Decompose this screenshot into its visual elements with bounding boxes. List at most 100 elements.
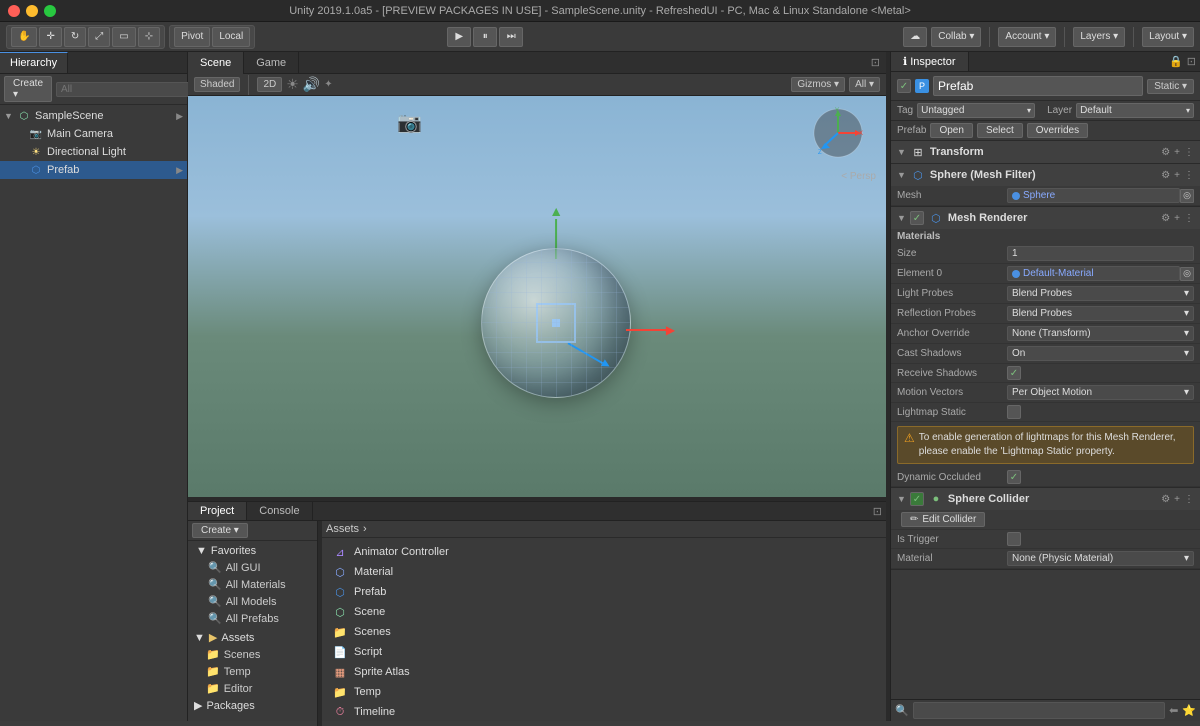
mesh-filter-menu-icon[interactable]: ⋮ (1184, 170, 1194, 181)
motion-vectors-value[interactable]: Per Object Motion ▾ (1007, 385, 1194, 400)
object-name-input[interactable] (933, 76, 1143, 96)
inspector-bottom-icon2[interactable]: ⭐ (1182, 704, 1196, 717)
element0-select-btn[interactable]: ◎ (1180, 267, 1194, 281)
prefab-overrides-btn[interactable]: Overrides (1027, 123, 1088, 138)
layout-dropdown[interactable]: Layout ▾ (1142, 27, 1194, 47)
game-tab[interactable]: Game (244, 52, 299, 74)
transform-header[interactable]: ▼ ⊞ Transform ⚙ + ⋮ (891, 141, 1200, 163)
receive-shadows-check[interactable]: ✓ (1007, 366, 1021, 380)
all-btn[interactable]: All ▾ (849, 77, 880, 92)
view-maximize[interactable]: ⊡ (871, 56, 880, 69)
asset-item-1[interactable]: ⬡ Material (326, 562, 882, 582)
mesh-renderer-settings-icon[interactable]: ⚙ (1161, 213, 1170, 224)
lightmap-static-check[interactable] (1007, 405, 1021, 419)
mesh-renderer-add-icon[interactable]: + (1174, 213, 1180, 224)
tree-item-prefab[interactable]: ⬡ Prefab ▶ (0, 161, 187, 179)
tree-item-camera[interactable]: 📷 Main Camera (0, 125, 187, 143)
packages-header[interactable]: ▶ Packages (188, 697, 317, 714)
hand-tool[interactable]: ✋ (11, 27, 37, 47)
mesh-renderer-menu-icon[interactable]: ⋮ (1184, 213, 1194, 224)
scene-viewport[interactable]: 📷 ▲ ▶ (188, 96, 886, 497)
asset-item-timeline[interactable]: ⏱ Timeline (326, 702, 882, 722)
layer-dropdown[interactable]: Default ▾ (1076, 103, 1194, 118)
prefab-select-btn[interactable]: Select (977, 123, 1023, 138)
persp-label[interactable]: < Persp (841, 171, 876, 182)
inspector-bottom-icon1[interactable]: ⬅ (1169, 704, 1178, 717)
collider-settings-icon[interactable]: ⚙ (1161, 494, 1170, 505)
asset-item-2[interactable]: ⬡ Prefab (326, 582, 882, 602)
element0-value[interactable]: Default-Material (1007, 266, 1180, 281)
fav-all-gui[interactable]: 🔍 All GUI (188, 559, 317, 576)
dynamic-occluded-check[interactable]: ✓ (1007, 470, 1021, 484)
layers-dropdown[interactable]: Layers ▾ (1073, 27, 1125, 47)
mesh-filter-add-icon[interactable]: + (1174, 170, 1180, 181)
assets-scenes[interactable]: 📁 Scenes (188, 646, 317, 663)
rect-tool[interactable]: ▭ (112, 27, 135, 47)
favorites-header[interactable]: ▼ Favorites (188, 543, 317, 559)
assets-temp[interactable]: 📁 Temp (188, 663, 317, 680)
close-button[interactable] (8, 5, 20, 17)
shaded-btn[interactable]: Shaded (194, 77, 240, 92)
transform-settings-icon[interactable]: ⚙ (1161, 147, 1170, 158)
assets-tree-header[interactable]: ▼ ▶ Assets (188, 629, 317, 646)
hierarchy-create-btn[interactable]: Create ▾ (4, 76, 52, 102)
tree-item-light[interactable]: ☀ Directional Light (0, 143, 187, 161)
maximize-button[interactable] (44, 5, 56, 17)
scene-sphere[interactable]: ▲ ▶ ▶ (481, 248, 631, 398)
account-dropdown[interactable]: Account ▾ (998, 27, 1056, 47)
mesh-select-btn[interactable]: ◎ (1180, 189, 1194, 203)
rotate-tool[interactable]: ↻ (64, 27, 86, 47)
assets-editor[interactable]: 📁 Editor (188, 680, 317, 697)
hierarchy-tab[interactable]: Hierarchy (0, 52, 68, 73)
size-value[interactable]: 1 (1007, 246, 1194, 261)
mesh-value[interactable]: Sphere (1007, 188, 1180, 203)
transform-menu-icon[interactable]: ⋮ (1184, 147, 1194, 158)
tag-dropdown[interactable]: Untagged ▾ (917, 103, 1035, 118)
fav-all-prefabs[interactable]: 🔍 All Prefabs (188, 610, 317, 627)
inspector-search-input[interactable] (913, 702, 1165, 719)
bottom-maximize[interactable]: ⊡ (873, 505, 882, 518)
fx-btn[interactable]: ✦ (324, 79, 332, 90)
object-enable-check[interactable] (897, 79, 911, 93)
step-button[interactable]: ⏭ (499, 27, 523, 47)
scene-tab[interactable]: Scene (188, 52, 244, 74)
scale-tool[interactable]: ⤢ (88, 27, 110, 47)
pause-button[interactable]: ⏸ (473, 27, 497, 47)
transform-tool[interactable]: ⊹ (138, 27, 160, 47)
inspector-lock-icon[interactable]: 🔒 (1169, 55, 1183, 68)
lights-btn[interactable]: ☀ (286, 76, 299, 93)
mesh-filter-settings-icon[interactable]: ⚙ (1161, 170, 1170, 181)
local-button[interactable]: Local (212, 27, 250, 47)
2d-btn[interactable]: 2D (257, 77, 282, 92)
asset-item-script[interactable]: 📄 Script (326, 642, 882, 662)
asset-item-scenes[interactable]: 📁 Scenes (326, 622, 882, 642)
asset-item-0[interactable]: ⊿ Animator Controller (326, 542, 882, 562)
collider-header[interactable]: ▼ ● Sphere Collider ⚙ + ⋮ (891, 488, 1200, 510)
tree-item-scene[interactable]: ▼ ⬡ SampleScene ▶ (0, 107, 187, 125)
console-tab[interactable]: Console (247, 502, 312, 520)
static-dropdown[interactable]: Static ▾ (1147, 79, 1194, 94)
inspector-tab[interactable]: ℹ Inspector (891, 52, 969, 71)
is-trigger-check[interactable] (1007, 532, 1021, 546)
hierarchy-search[interactable] (56, 82, 198, 97)
light-probes-value[interactable]: Blend Probes ▾ (1007, 286, 1194, 301)
audio-btn[interactable]: 🔊 (303, 76, 320, 93)
asset-item-3[interactable]: ⬡ Scene (326, 602, 882, 622)
move-tool[interactable]: ✛ (39, 27, 61, 47)
collider-menu-icon[interactable]: ⋮ (1184, 494, 1194, 505)
inspector-maximize[interactable]: ⊡ (1187, 55, 1196, 68)
pivot-button[interactable]: Pivot (174, 27, 210, 47)
collab-dropdown[interactable]: Collab ▾ (931, 27, 981, 47)
material-value[interactable]: None (Physic Material) ▾ (1007, 551, 1194, 566)
gizmos-btn[interactable]: Gizmos ▾ (791, 77, 845, 92)
collider-enable[interactable] (910, 492, 924, 506)
prefab-open-btn[interactable]: Open (930, 123, 972, 138)
minimize-button[interactable] (26, 5, 38, 17)
anchor-override-value[interactable]: None (Transform) ▾ (1007, 326, 1194, 341)
mesh-renderer-enable[interactable] (910, 211, 924, 225)
asset-item-atlas[interactable]: ▦ Sprite Atlas (326, 662, 882, 682)
fav-all-models[interactable]: 🔍 All Models (188, 593, 317, 610)
transform-add-icon[interactable]: + (1174, 147, 1180, 158)
fav-all-materials[interactable]: 🔍 All Materials (188, 576, 317, 593)
cast-shadows-value[interactable]: On ▾ (1007, 346, 1194, 361)
